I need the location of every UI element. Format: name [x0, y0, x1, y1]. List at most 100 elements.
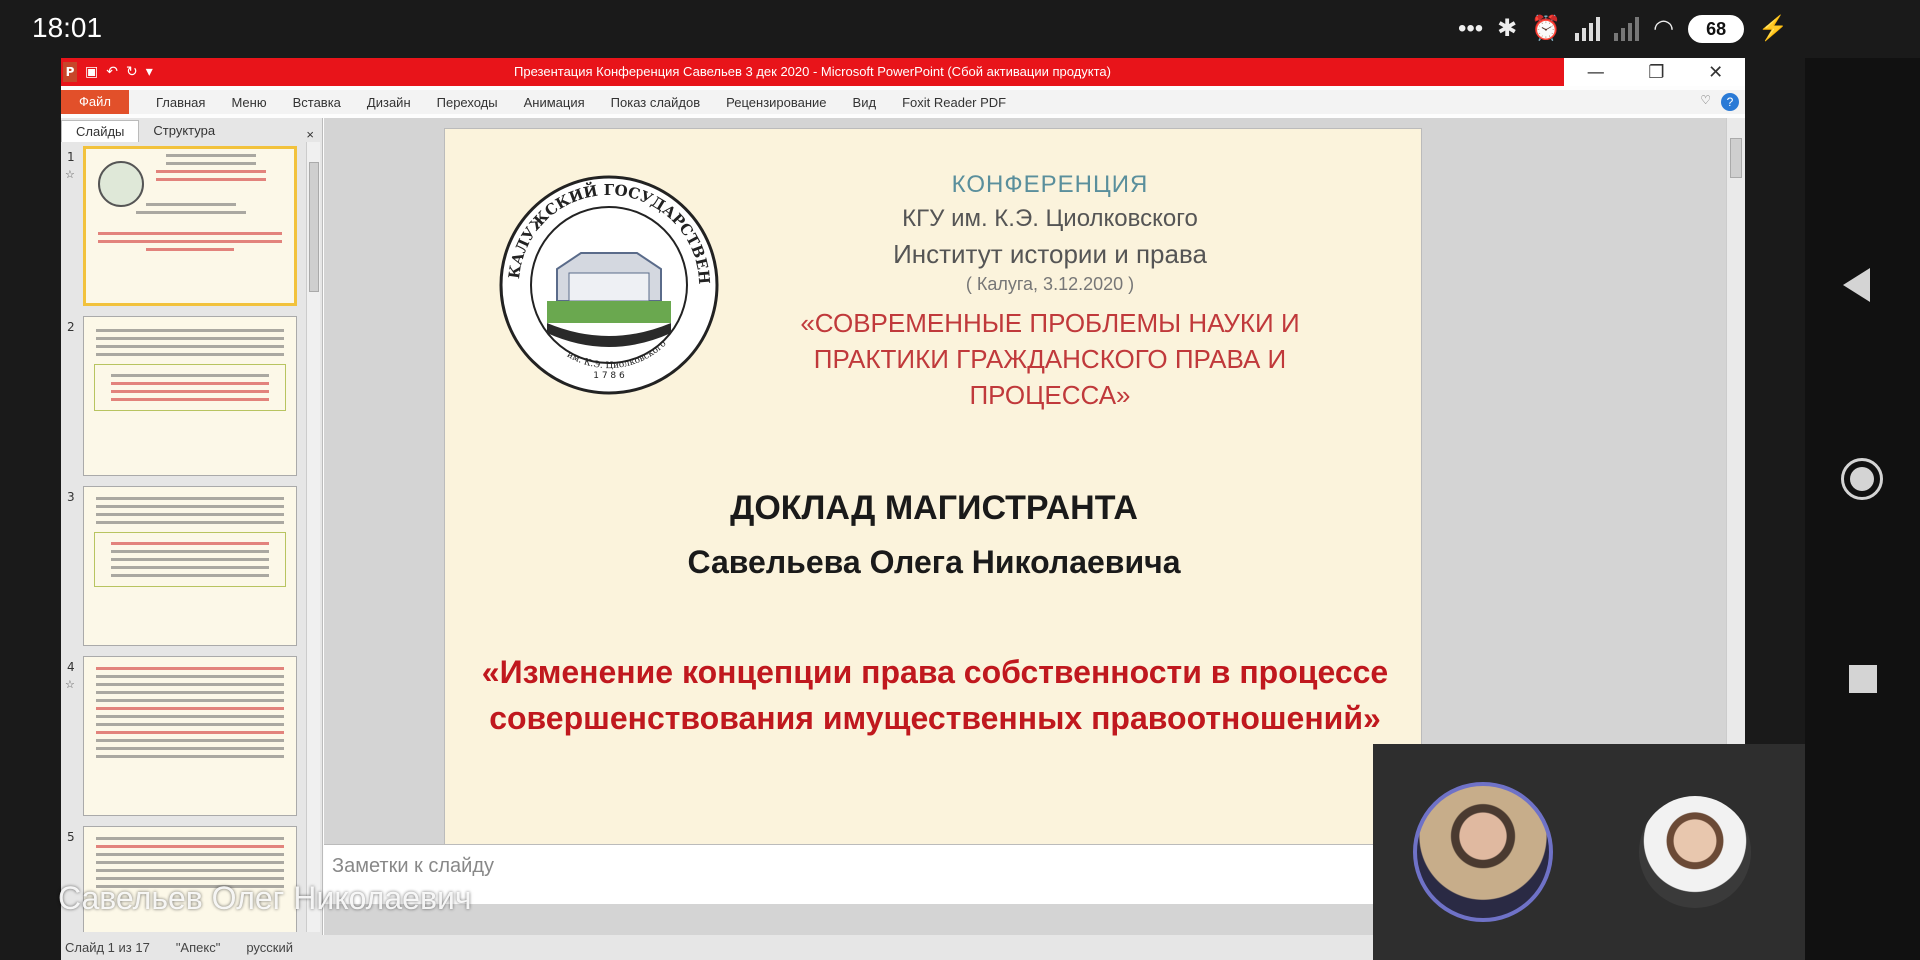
thumb-line: [96, 707, 284, 710]
slide-thumbnail[interactable]: [83, 656, 297, 816]
slide-thumbnail[interactable]: [83, 316, 297, 476]
minimize-icon[interactable]: —: [1587, 62, 1605, 83]
tab-transitions[interactable]: Переходы: [424, 95, 511, 110]
recents-icon[interactable]: [1849, 665, 1877, 693]
animation-star-icon: ☆: [65, 678, 75, 691]
slide-thumbnails: 1 ☆ 2 3 4 ☆ 5: [61, 142, 307, 932]
thumb-line: [111, 542, 269, 545]
thumb-line: [96, 845, 284, 848]
participant-avatar[interactable]: [1639, 796, 1751, 908]
slide-thumb-row[interactable]: 4 ☆: [61, 652, 307, 822]
report-title: ДОКЛАД МАГИСТРАНТА: [730, 489, 1138, 527]
android-status-bar: 18:01 ••• ✱ ⏰ ◠ 68 ⚡: [0, 0, 1920, 58]
thumb-line: [96, 497, 284, 500]
pane-close-icon[interactable]: ×: [306, 127, 314, 142]
scroll-thumb[interactable]: [309, 162, 319, 292]
thumb-line: [156, 170, 266, 173]
thumb-line: [146, 248, 234, 251]
thumb-line: [96, 715, 284, 718]
thumb-line: [136, 211, 246, 214]
tab-outline[interactable]: Структура: [139, 120, 229, 142]
slides-pane-tabs: Слайды Структура ×: [61, 118, 322, 142]
thumb-line: [111, 398, 269, 401]
ribbon-collapse-icon[interactable]: ♡: [1700, 93, 1711, 107]
notes-field[interactable]: Заметки к слайду: [324, 844, 1474, 904]
customize-icon[interactable]: ▾: [146, 64, 153, 80]
close-icon[interactable]: ✕: [1708, 62, 1723, 83]
tab-view[interactable]: Вид: [840, 95, 890, 110]
thumb-line: [96, 337, 284, 340]
slide-thumb-row[interactable]: 3: [61, 482, 307, 652]
thumb-line: [96, 683, 284, 686]
tab-file[interactable]: Файл: [61, 90, 129, 114]
help-icon[interactable]: ?: [1721, 93, 1739, 111]
status-icons: ••• ✱ ⏰ ◠ 68 ⚡: [1458, 12, 1788, 46]
animation-star-icon: ☆: [65, 168, 75, 181]
save-icon[interactable]: ▣: [85, 64, 98, 80]
thumb-box: [94, 532, 286, 587]
report-topic: «Изменение концепции права собственности…: [481, 654, 1389, 736]
tab-foxit[interactable]: Foxit Reader PDF: [889, 95, 1019, 110]
thumb-line: [96, 699, 284, 702]
institute-name: Институт истории и права: [893, 239, 1207, 269]
language[interactable]: русский: [246, 940, 293, 955]
thumb-line: [111, 550, 269, 553]
thumb-line: [96, 731, 284, 734]
charging-icon: ⚡: [1758, 15, 1788, 42]
thumb-line: [111, 574, 269, 577]
thumb-line: [98, 232, 282, 235]
scroll-thumb[interactable]: [1730, 138, 1742, 178]
tab-animations[interactable]: Анимация: [511, 95, 598, 110]
thumb-line: [96, 691, 284, 694]
tab-slides[interactable]: Слайды: [61, 120, 140, 142]
report-block: ДОКЛАД МАГИСТРАНТА Савельева Олега Никол…: [445, 489, 1421, 581]
slide-thumbnail[interactable]: [83, 486, 297, 646]
window-title: Презентация Конференция Савельев 3 дек 2…: [61, 58, 1564, 86]
thumb-line: [96, 755, 284, 758]
tab-review[interactable]: Рецензирование: [713, 95, 839, 110]
thumb-line: [111, 558, 269, 561]
slide-thumbnail[interactable]: [83, 146, 297, 306]
thumb-line: [111, 566, 269, 569]
thumb-line: [96, 739, 284, 742]
thumb-box: [94, 364, 286, 411]
slide-number: 1: [67, 150, 75, 164]
participant-avatar-active[interactable]: [1413, 782, 1553, 922]
conference-theme: «СОВРЕМЕННЫЕ ПРОБЛЕМЫ НАУКИ И ПРАКТИКИ Г…: [800, 308, 1300, 410]
thumb-line: [96, 837, 284, 840]
undo-icon[interactable]: ↶: [106, 64, 118, 80]
thumb-line: [96, 353, 284, 356]
current-slide[interactable]: 1 7 8 6 КАЛУЖСКИЙ ГОСУДАРСТВЕННЫЙ УНИВЕР…: [444, 128, 1422, 860]
back-icon[interactable]: [1843, 268, 1870, 302]
alarm-icon: ⏰: [1531, 15, 1562, 42]
tab-design[interactable]: Дизайн: [354, 95, 424, 110]
tab-home[interactable]: Главная: [143, 95, 218, 110]
android-nav-bar: [1805, 58, 1920, 960]
clock: 18:01: [32, 12, 103, 43]
ribbon-tabs: Файл Главная Меню Вставка Дизайн Переход…: [61, 90, 1745, 114]
slides-pane: Слайды Структура × 1 ☆ 2 3 4 ☆ 5: [61, 118, 323, 960]
video-call-panel: [1373, 744, 1805, 960]
signal-1-icon: [1575, 17, 1601, 41]
more-dots-icon: •••: [1457, 15, 1484, 42]
tab-slideshow[interactable]: Показ слайдов: [598, 95, 714, 110]
logo-thumb-icon: [98, 161, 144, 207]
theme-name: "Апекс": [175, 940, 221, 955]
speaker-name-overlay: Савельев Олег Николаевич: [58, 880, 472, 916]
quick-access-toolbar: P ▣ ↶ ↻ ▾: [61, 58, 153, 86]
slide-counter: Слайд 1 из 17: [65, 940, 150, 955]
tab-menu[interactable]: Меню: [218, 95, 279, 110]
slide-thumb-row[interactable]: 1 ☆: [61, 142, 307, 312]
powerpoint-icon[interactable]: P: [63, 62, 77, 82]
thumb-line: [166, 162, 256, 165]
tab-insert[interactable]: Вставка: [280, 95, 354, 110]
thumb-line: [96, 861, 284, 864]
thumb-line: [98, 240, 282, 243]
thumb-line: [96, 513, 284, 516]
restore-icon[interactable]: ❐: [1648, 62, 1664, 83]
slide-thumb-row[interactable]: 2: [61, 312, 307, 482]
signal-2-icon: [1614, 17, 1640, 41]
redo-icon[interactable]: ↻: [126, 64, 138, 80]
thumbnails-scrollbar[interactable]: [306, 142, 320, 932]
home-icon[interactable]: [1841, 458, 1883, 500]
